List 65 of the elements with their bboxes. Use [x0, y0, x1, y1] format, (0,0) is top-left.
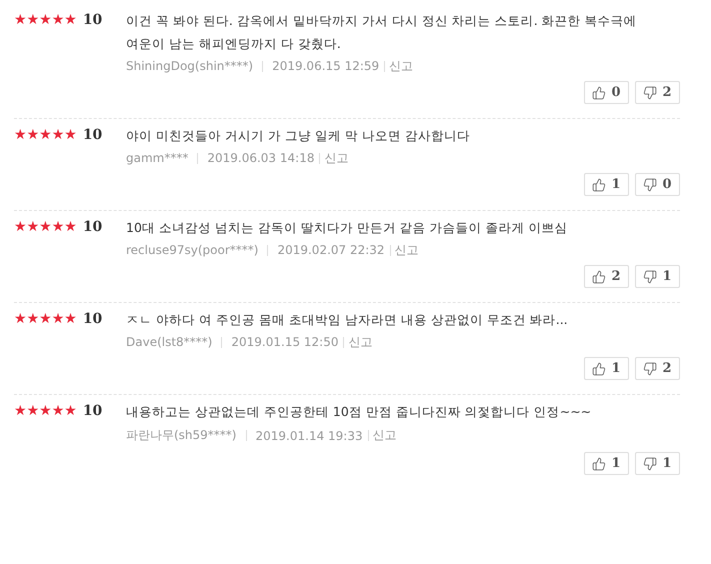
review-date: 2019.06.15 12:59	[272, 59, 380, 73]
dislike-button[interactable]: 2	[635, 357, 680, 380]
review-text: 10대 소녀감성 넘치는 감독이 딸치다가 만든거 같음 가슴들이 졸라게 이쁘심	[126, 219, 569, 237]
rating-score: 10	[82, 311, 102, 327]
review-date: 2019.01.15 12:50	[231, 335, 338, 349]
star-icon: ★	[39, 312, 52, 326]
rating-score: 10	[82, 403, 102, 419]
review-text: 이건 꼭 봐야 된다. 감옥에서 밑바닥까지 가서 다시 정신 차리는 스토리. 화끈한 복수극에 여운이 남는 해피엔딩까지 다 갖췄다.	[126, 12, 638, 53]
dislike-button[interactable]: 2	[635, 81, 680, 104]
star-icon: ★	[64, 13, 77, 27]
star-icon: ★	[39, 404, 52, 418]
like-button[interactable]: 1	[584, 452, 629, 475]
star-icon: ★	[14, 13, 27, 27]
star-icon: ★	[14, 312, 27, 326]
star-icon: ★	[64, 128, 77, 142]
star-icon: ★	[64, 404, 77, 418]
star-icon: ★	[39, 128, 52, 142]
dislike-button[interactable]: 1	[635, 265, 680, 288]
author-name: ShiningDog(shin****)	[126, 59, 254, 73]
rating-score: 10	[82, 219, 102, 235]
star-icon: ★	[52, 404, 64, 418]
author-name: gamm****	[126, 151, 188, 165]
dislike-button[interactable]: 1	[635, 452, 680, 475]
rating-score: 10	[82, 12, 102, 28]
star-icon: ★	[64, 220, 77, 234]
review-date: 2019.06.03 14:18	[207, 151, 314, 165]
like-button[interactable]: 1	[584, 173, 629, 196]
thumbs-up-icon	[592, 362, 606, 376]
dislike-button[interactable]: 0	[635, 173, 680, 196]
thumbs-up-icon	[592, 178, 606, 192]
star-icon: ★	[14, 220, 27, 234]
author-name: Dave(lst8****)	[126, 335, 212, 349]
star-icon: ★	[39, 220, 52, 234]
author-name: 파란나무(sh59****)	[126, 427, 236, 444]
review-date: 2019.02.07 22:32	[277, 243, 385, 257]
star-icon: ★	[39, 13, 52, 27]
thumbs-down-icon	[643, 270, 658, 284]
star-icon: ★	[26, 128, 40, 142]
star-icon: ★	[26, 220, 40, 234]
star-icon: ★	[52, 220, 64, 234]
star-icon: ★	[26, 312, 40, 326]
review-text: 내용하고는 상관없는데 주인공한테 10점 만점 줍니다진짜 의젗합니다 인정~~~	[126, 403, 592, 421]
thumbs-down-icon	[643, 362, 658, 376]
review-text: 야이 미친것들아 거시기 가 그냥 일케 막 나오면 감사합니다	[126, 127, 471, 145]
thumbs-down-icon	[643, 86, 658, 100]
star-icon: ★	[64, 312, 77, 326]
like-button[interactable]: 1	[584, 357, 629, 380]
star-icon: ★	[26, 13, 40, 27]
author-name: recluse97sy(poor****)	[126, 243, 258, 257]
star-icon: ★	[26, 404, 40, 418]
review-text: ㅈㄴ 야하다 여 주인공 몸매 초대박임 남자라면 내용 상관없이 무조건 봐라...	[126, 311, 569, 329]
star-icon: ★	[52, 128, 64, 142]
thumbs-up-icon	[592, 456, 606, 470]
star-icon: ★	[52, 312, 64, 326]
thumbs-up-icon	[592, 270, 606, 284]
star-icon: ★	[14, 128, 27, 142]
review-date: 2019.01.14 19:33	[256, 428, 363, 442]
thumbs-down-icon	[643, 178, 658, 192]
like-button[interactable]: 0	[584, 81, 629, 104]
rating-score: 10	[82, 127, 102, 143]
star-icon: ★	[52, 13, 64, 27]
thumbs-up-icon	[592, 86, 606, 100]
like-button[interactable]: 2	[584, 265, 629, 288]
thumbs-down-icon	[643, 456, 658, 470]
star-icon: ★	[14, 404, 27, 418]
